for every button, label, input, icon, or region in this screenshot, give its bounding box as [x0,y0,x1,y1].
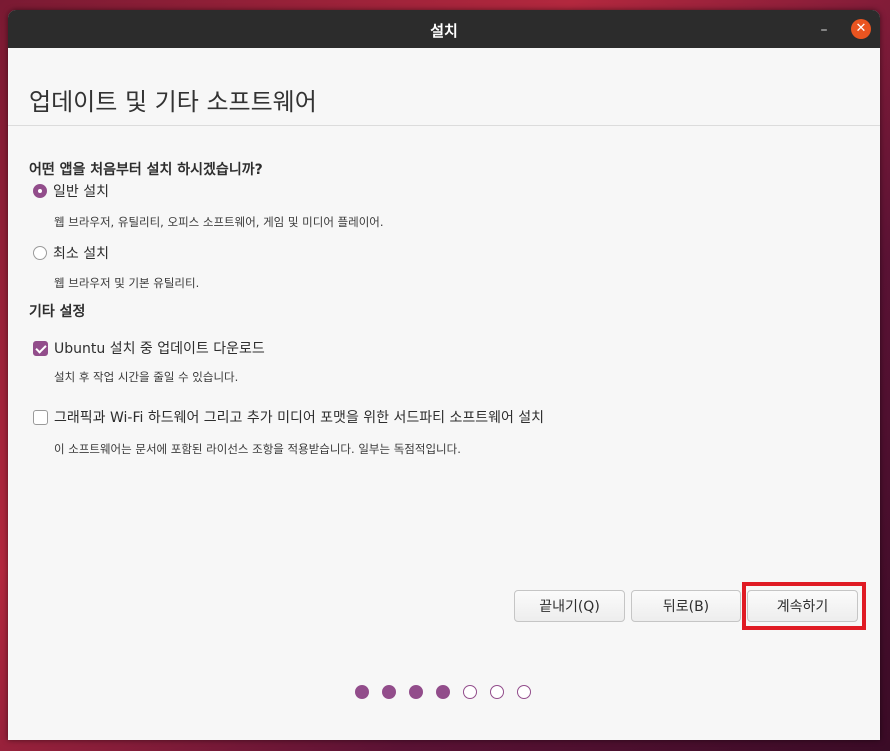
minimal-install-option[interactable]: 최소 설치 [33,243,109,263]
normal-install-option[interactable]: 일반 설치 [33,181,109,201]
download-updates-option[interactable]: Ubuntu 설치 중 업데이트 다운로드 [33,338,265,358]
progress-dot [463,685,477,699]
third-party-description: 이 소프트웨어는 문서에 포함된 라이선스 조항을 적용받습니다. 일부는 독점… [54,442,461,456]
install-type-question: 어떤 앱을 처음부터 설치 하시겠습니까? [29,162,263,178]
title-bar: 설치 – ✕ [8,10,880,48]
window-title: 설치 [430,22,458,40]
continue-highlight-box [742,582,866,630]
quit-button[interactable]: 끝내기(Q) [514,590,625,622]
step-progress-dots [355,685,544,699]
download-updates-checkbox[interactable] [33,340,48,356]
third-party-checkbox[interactable] [33,409,48,425]
third-party-label: 그래픽과 Wi-Fi 하드웨어 그리고 추가 미디어 포맷을 위한 서드파티 소… [54,410,545,426]
progress-dot [355,685,369,699]
close-icon[interactable]: ✕ [851,19,871,39]
normal-install-description: 웹 브라우저, 유틸리티, 오피스 소프트웨어, 게임 및 미디어 플레이어. [54,215,384,229]
page-title: 업데이트 및 기타 소프트웨어 [29,88,317,116]
minimal-install-description: 웹 브라우저 및 기본 유틸리티. [54,276,200,290]
progress-dot [382,685,396,699]
progress-dot [490,685,504,699]
progress-dot [409,685,423,699]
minimal-install-label: 최소 설치 [53,246,109,262]
download-updates-description: 설치 후 작업 시간을 줄일 수 있습니다. [54,370,239,384]
minimal-install-radio[interactable] [33,246,47,260]
minimize-icon[interactable]: – [816,22,832,38]
normal-install-label: 일반 설치 [53,184,109,200]
normal-install-radio[interactable] [33,184,47,198]
progress-dot [517,685,531,699]
page-header: 업데이트 및 기타 소프트웨어 [8,48,880,126]
installer-window: 설치 – ✕ 업데이트 및 기타 소프트웨어 어떤 앱을 처음부터 설치 하시겠… [8,10,880,740]
back-button[interactable]: 뒤로(B) [631,590,741,622]
download-updates-label: Ubuntu 설치 중 업데이트 다운로드 [54,341,265,357]
third-party-option[interactable]: 그래픽과 Wi-Fi 하드웨어 그리고 추가 미디어 포맷을 위한 서드파티 소… [33,407,544,427]
progress-dot [436,685,450,699]
other-settings-title: 기타 설정 [29,304,86,320]
